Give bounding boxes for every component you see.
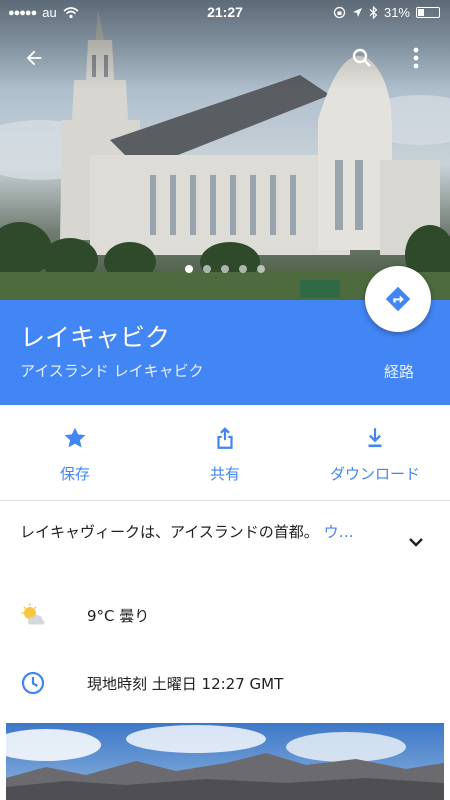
download-icon [368,428,382,448]
download-label: ダウンロード [329,465,420,483]
battery-icon [416,7,440,18]
search-button[interactable] [342,38,382,78]
search-icon [352,48,371,67]
back-button[interactable] [14,38,54,78]
weather-row: 9°C 曇り [0,594,450,634]
place-description[interactable]: レイキャヴィークは、アイスランドの首都。 ウ… [20,521,410,542]
pager-dot[interactable] [185,265,193,273]
share-icon [217,427,233,449]
weather-text: 9°C 曇り [87,607,150,625]
location-arrow-icon [352,8,362,17]
status-bar: ●●●●● au 21:27 31% [0,0,450,26]
star-icon [64,427,86,448]
action-row: 保存 共有 ダウンロード [0,405,450,501]
description-more-link[interactable]: ウ… [324,523,354,541]
place-subtitle: アイスランド レイキャビク [20,362,204,380]
clock-icon [21,671,45,695]
local-time-text: 現地時刻 土曜日 12:27 GMT [87,675,284,693]
pager-dot[interactable] [221,265,229,273]
more-options-button[interactable] [396,38,436,78]
place-name: レイキャビク [20,323,171,352]
route-label: 経路 [383,363,414,381]
partly-cloudy-icon [21,603,45,625]
share-label: 共有 [209,465,240,483]
directions-icon [385,286,411,312]
more-vert-icon [413,47,419,69]
battery-percent: 31% [383,5,410,20]
landscape-photo[interactable] [6,723,444,800]
pager-dot[interactable] [239,265,247,273]
pager-dot[interactable] [257,265,265,273]
directions-button[interactable] [365,266,431,332]
chevron-down-icon[interactable] [404,530,428,554]
hero-photo[interactable] [0,0,450,300]
local-time-row: 現地時刻 土曜日 12:27 GMT [0,662,450,702]
download-button[interactable]: ダウンロード [300,405,450,500]
mountain-landscape-illustration [6,723,444,800]
save-label: 保存 [59,465,90,483]
description-text: レイキャヴィークは、アイスランドの首都。 [20,523,319,541]
pager-dot[interactable] [203,265,211,273]
arrow-back-icon [26,50,42,66]
church-illustration [0,0,450,300]
bluetooth-icon [369,6,378,19]
save-button[interactable]: 保存 [0,405,150,500]
share-button[interactable]: 共有 [150,405,300,500]
rotation-lock-icon [333,6,346,19]
